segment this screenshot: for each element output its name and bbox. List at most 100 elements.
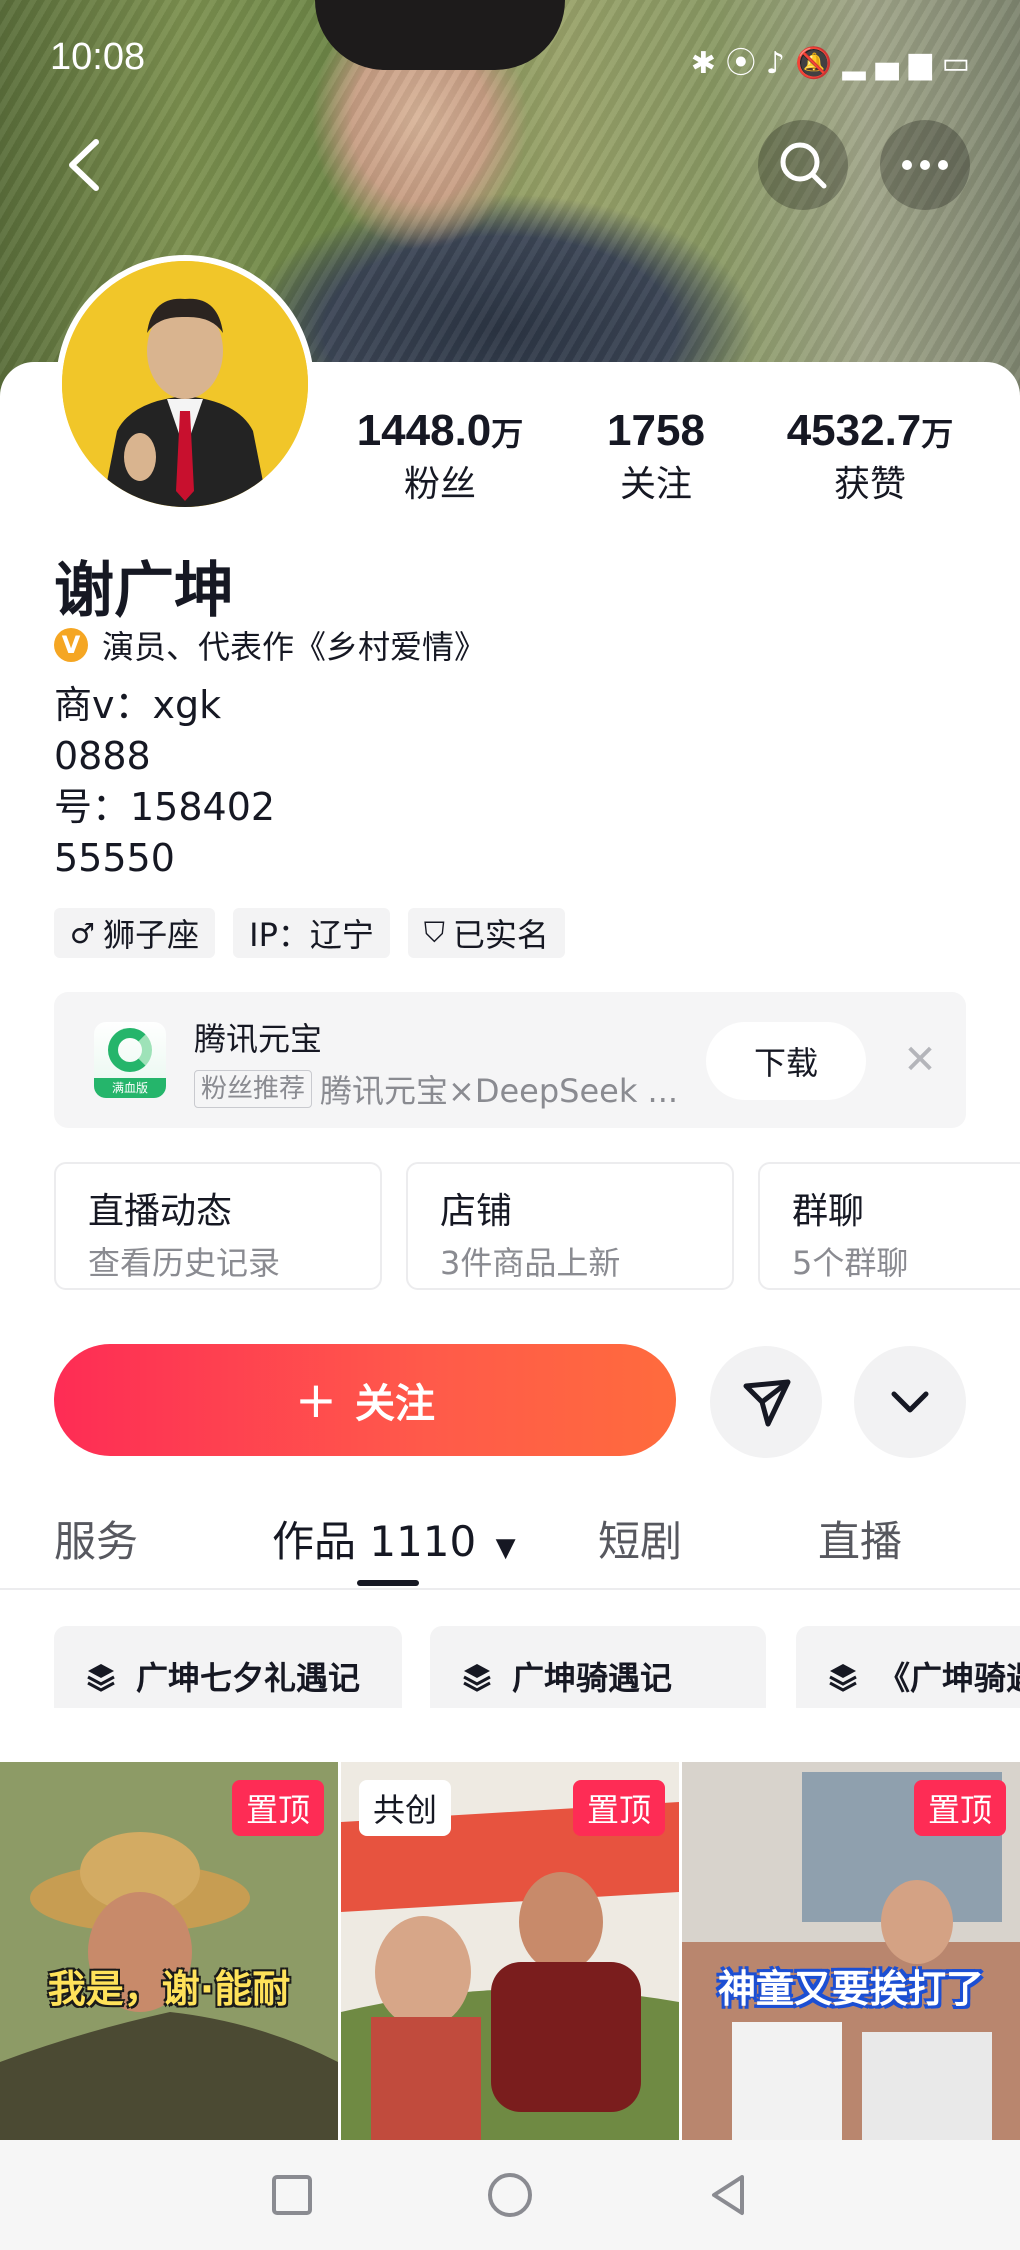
stack-icon bbox=[463, 1664, 491, 1692]
more-dots-icon bbox=[902, 160, 948, 170]
status-bar: 10:08 ✱⦿♪🔕▂▄▆▭ bbox=[0, 0, 1020, 120]
tab-short-drama[interactable]: 短剧 bbox=[598, 1508, 682, 1569]
stat-followers-value: 1448.0 bbox=[356, 406, 492, 455]
app-ad-card[interactable]: 满血版 腾讯元宝 粉丝推荐 腾讯元宝×DeepSeek ... 下载 ✕ bbox=[54, 992, 966, 1128]
tag-verified[interactable]: ⛉ 已实名 bbox=[407, 908, 565, 958]
profile-name: 谢广坤 bbox=[54, 556, 234, 626]
recents-button[interactable] bbox=[262, 2165, 322, 2225]
stat-following[interactable]: 1758 关注 bbox=[586, 405, 726, 515]
ad-badge: 粉丝推荐 bbox=[194, 1070, 313, 1108]
stat-likes-value: 4532.7 bbox=[786, 406, 922, 455]
share-button[interactable] bbox=[710, 1346, 822, 1458]
battery-icon: ▭ bbox=[941, 46, 980, 81]
tag-label: IP：辽宁 bbox=[249, 916, 374, 954]
collection-chip[interactable]: 《广坤骑遇 bbox=[796, 1626, 1020, 1708]
shortcut-subtitle: 3件商品上新 bbox=[440, 1244, 621, 1282]
shortcut-title: 店铺 bbox=[440, 1191, 513, 1232]
verification-text: 演员、代表作《乡村爱情》 bbox=[102, 628, 487, 666]
ad-subtitle: 腾讯元宝×DeepSeek ... bbox=[320, 1072, 679, 1110]
stat-likes[interactable]: 4532.7万 获赞 bbox=[780, 405, 960, 515]
stat-likes-label: 获赞 bbox=[833, 464, 906, 505]
plus-icon: + bbox=[295, 1371, 337, 1429]
video-thumbnail[interactable]: 共创 置顶 bbox=[341, 1762, 679, 2140]
expand-button[interactable] bbox=[854, 1346, 966, 1458]
square-icon bbox=[272, 2175, 312, 2215]
ad-title: 腾讯元宝 bbox=[194, 1020, 323, 1058]
bio-line: 55550 bbox=[54, 836, 175, 880]
follow-button-label: 关注 bbox=[354, 1381, 435, 1427]
content-tabs: 服务 作品 1110 ▼ 短剧 直播 bbox=[0, 1490, 1020, 1590]
male-icon: ♂ bbox=[70, 916, 96, 950]
stat-followers[interactable]: 1448.0万 粉丝 bbox=[350, 405, 530, 515]
avatar[interactable] bbox=[56, 255, 314, 513]
tag-label: 已实名 bbox=[452, 916, 549, 954]
tag-label: 狮子座 bbox=[103, 916, 200, 954]
close-icon[interactable]: ✕ bbox=[892, 1032, 948, 1088]
mute-icon: 🔕 bbox=[795, 46, 843, 81]
home-button[interactable] bbox=[480, 2165, 540, 2225]
verification-row: V 演员、代表作《乡村爱情》 bbox=[54, 622, 486, 668]
pinned-badge: 置顶 bbox=[913, 1780, 1006, 1836]
collection-label: 广坤七夕礼遇记 bbox=[136, 1659, 361, 1697]
back-button[interactable] bbox=[60, 130, 108, 200]
co-create-badge: 共创 bbox=[359, 1780, 452, 1836]
video-caption: 我是，谢·能耐 bbox=[47, 1967, 291, 2011]
collection-row: 广坤七夕礼遇记 广坤骑遇记 《广坤骑遇 bbox=[54, 1626, 1020, 1708]
pinned-badge: 置顶 bbox=[231, 1780, 324, 1836]
stack-icon bbox=[829, 1664, 857, 1692]
bluetooth-icon: ✱ bbox=[690, 46, 726, 81]
bio-line: 0888 bbox=[54, 734, 151, 778]
stat-likes-unit: 万 bbox=[921, 416, 954, 452]
shortcut-group-chat[interactable]: 群聊 5个群聊 bbox=[758, 1162, 1020, 1290]
status-icons: ✱⦿♪🔕▂▄▆▭ bbox=[691, 38, 980, 82]
caret-down-icon: ▼ bbox=[495, 1533, 516, 1563]
tab-works[interactable]: 作品 1110 ▼ bbox=[272, 1508, 516, 1569]
collection-chip[interactable]: 广坤骑遇记 bbox=[430, 1626, 766, 1708]
shortcut-title: 群聊 bbox=[792, 1191, 865, 1232]
stat-followers-label: 粉丝 bbox=[403, 464, 476, 505]
verified-badge-icon: V bbox=[54, 628, 88, 662]
collection-chip[interactable]: 广坤七夕礼遇记 bbox=[54, 1626, 402, 1708]
tab-services[interactable]: 服务 bbox=[54, 1508, 138, 1569]
video-thumbnail[interactable]: 置顶 我是，谢·能耐 bbox=[0, 1762, 338, 2140]
shortcut-row: 直播动态 查看历史记录 店铺 3件商品上新 群聊 5个群聊 bbox=[54, 1162, 1020, 1292]
shortcut-subtitle: 查看历史记录 bbox=[88, 1244, 281, 1282]
triangle-back-icon bbox=[712, 2175, 744, 2215]
chevron-down-icon bbox=[891, 1391, 929, 1413]
follow-button[interactable]: + 关注 bbox=[54, 1344, 676, 1456]
shortcut-live-history[interactable]: 直播动态 查看历史记录 bbox=[54, 1162, 382, 1290]
active-tab-indicator bbox=[357, 1580, 419, 1586]
video-thumbnail[interactable]: 置顶 神童又要挨打了 bbox=[682, 1762, 1020, 2140]
collection-label: 广坤骑遇记 bbox=[512, 1659, 673, 1697]
bio-line: 号：158402 bbox=[54, 785, 276, 829]
ad-download-button[interactable]: 下载 bbox=[706, 1022, 866, 1100]
search-button[interactable] bbox=[758, 120, 848, 210]
profile-tags: ♂ 狮子座 IP：辽宁 ⛉ 已实名 bbox=[54, 908, 565, 958]
signal-icon: ▂▄▆ bbox=[842, 46, 942, 81]
nav-back-button[interactable] bbox=[698, 2165, 758, 2225]
bio-line: 商v：xgk bbox=[54, 683, 222, 727]
collection-label: 《广坤骑遇 bbox=[878, 1659, 1020, 1697]
circle-icon bbox=[488, 2173, 532, 2217]
send-icon bbox=[743, 1379, 791, 1427]
avatar-illustration bbox=[62, 261, 308, 507]
tab-live[interactable]: 直播 bbox=[818, 1508, 902, 1569]
more-button[interactable] bbox=[880, 120, 970, 210]
bio: 商v：xgk 0888 号：158402 55550 bbox=[54, 680, 275, 884]
mic-icon: ♪ bbox=[765, 46, 796, 81]
stat-followers-unit: 万 bbox=[491, 416, 524, 452]
status-time: 10:08 bbox=[50, 36, 146, 78]
stat-following-label: 关注 bbox=[619, 464, 692, 505]
pinned-badge: 置顶 bbox=[572, 1780, 665, 1836]
ad-subtitle-row: 粉丝推荐 腾讯元宝×DeepSeek ... bbox=[194, 1066, 678, 1112]
back-arrow-icon bbox=[69, 139, 99, 191]
tencent-yuanbao-logo-icon: 满血版 bbox=[94, 1022, 166, 1098]
system-nav-bar bbox=[0, 2140, 1020, 2250]
tab-works-label: 作品 1110 bbox=[272, 1517, 477, 1566]
video-grid: 置顶 我是，谢·能耐 共创 置顶 置顶 神童又要挨打了 bbox=[0, 1762, 1020, 2140]
search-icon bbox=[780, 142, 827, 189]
shortcut-title: 直播动态 bbox=[88, 1191, 233, 1232]
tag-ip: IP：辽宁 bbox=[233, 908, 390, 958]
shortcut-shop[interactable]: 店铺 3件商品上新 bbox=[406, 1162, 734, 1290]
tag-zodiac: ♂ 狮子座 bbox=[54, 908, 216, 958]
